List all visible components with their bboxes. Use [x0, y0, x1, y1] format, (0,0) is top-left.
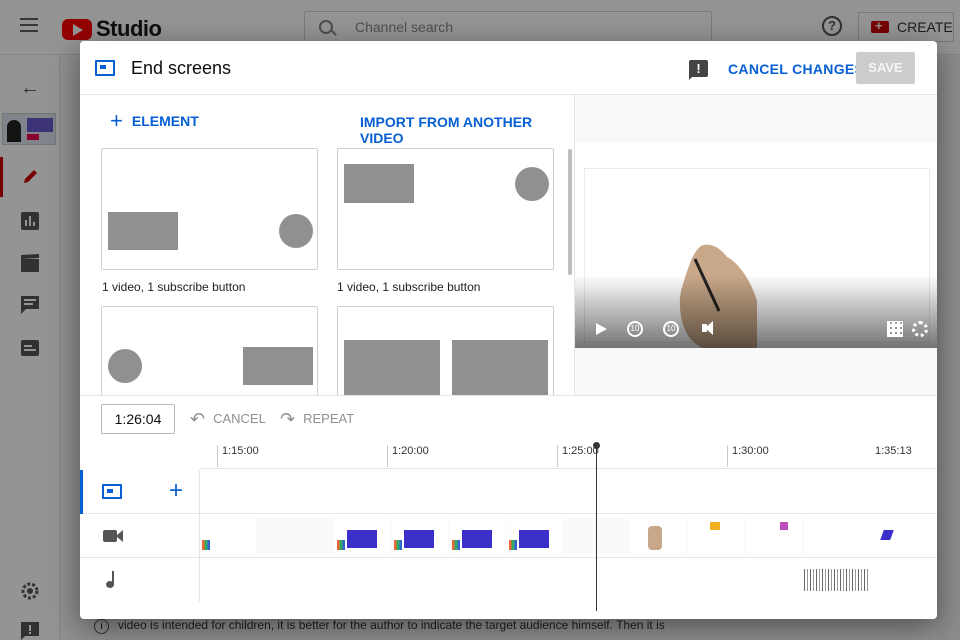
video-track[interactable] [80, 514, 937, 558]
end-screen-track-header: + [80, 470, 200, 514]
video-placeholder [344, 164, 414, 203]
end-screen-icon [102, 484, 122, 499]
redo-label: REPEAT [303, 411, 355, 426]
audio-waveform [804, 569, 870, 591]
playhead[interactable] [593, 442, 600, 611]
filmstrip-frame [860, 518, 916, 554]
filmstrip-frame [200, 518, 256, 554]
video-preview-panel: 10 10 [574, 95, 937, 395]
rewind-10-icon[interactable]: 10 [627, 321, 643, 337]
feedback-icon[interactable]: ! [689, 60, 708, 80]
time-tick: 1:25:00 [557, 445, 599, 467]
filmstrip-frame [688, 518, 744, 554]
video-player[interactable]: 10 10 [575, 143, 937, 348]
add-end-screen-element-button[interactable]: + [169, 477, 183, 505]
plus-icon: + [110, 108, 123, 133]
subscribe-placeholder [108, 349, 142, 383]
time-tick: 1:20:00 [387, 445, 429, 467]
video-placeholder [452, 340, 548, 395]
video-placeholder [108, 212, 178, 250]
import-from-another-video-button[interactable]: IMPORT FROM ANOTHER VIDEO [360, 114, 574, 146]
subscribe-placeholder [515, 167, 549, 201]
audio-track-header [80, 558, 200, 602]
filmstrip-frame [630, 518, 686, 554]
player-settings-icon[interactable] [912, 321, 928, 337]
video-camera-icon [103, 530, 123, 542]
music-note-icon [106, 571, 120, 589]
template-card[interactable] [101, 148, 318, 270]
video-placeholder [243, 347, 313, 385]
end-screen-icon [95, 60, 115, 76]
dialog-title: End screens [131, 58, 232, 78]
cancel-changes-button[interactable]: CANCEL CHANGES [728, 61, 864, 77]
current-time-field[interactable]: 1:26:04 [101, 404, 175, 434]
filmstrip-frame [804, 518, 860, 554]
video-filmstrip[interactable] [200, 518, 916, 554]
video-track-header [80, 514, 200, 558]
time-tick: 1:35:13 [875, 445, 912, 457]
template-caption: 1 video, 1 subscribe button [337, 280, 481, 294]
add-element-label: ELEMENT [131, 113, 199, 129]
end-screen-track[interactable]: + [80, 470, 937, 514]
player-controls: 10 10 [575, 319, 937, 343]
template-card[interactable] [337, 148, 554, 270]
volume-icon[interactable] [699, 319, 719, 339]
redo-icon: ↷ [280, 408, 296, 429]
filmstrip-frame [507, 518, 563, 554]
template-caption: 1 video, 1 subscribe button [102, 280, 246, 294]
play-icon[interactable] [591, 319, 611, 339]
filmstrip-frame [392, 518, 448, 554]
editor-toolbar: 1:26:04 ↶ CANCEL ↷ REPEAT [80, 395, 937, 437]
templates-panel: + ELEMENT IMPORT FROM ANOTHER VIDEO 1 vi… [80, 95, 574, 395]
dialog-header: End screens ! CANCEL CHANGES SAVE [80, 41, 937, 95]
time-tick: 1:15:00 [217, 445, 259, 467]
video-placeholder [344, 340, 440, 395]
forward-10-icon[interactable]: 10 [663, 321, 679, 337]
filmstrip-frame [450, 518, 506, 554]
grid-overlay-icon[interactable] [887, 321, 903, 337]
undo-label: CANCEL [213, 411, 266, 426]
timeline: 1:15:00 1:20:00 1:25:00 1:30:00 1:35:13 … [80, 437, 937, 619]
undo-icon: ↶ [190, 408, 206, 429]
filmstrip-frame [335, 518, 391, 554]
save-button[interactable]: SAVE [856, 52, 915, 84]
subscribe-placeholder [279, 214, 313, 248]
redo-button[interactable]: ↷ REPEAT [280, 408, 355, 429]
template-card[interactable] [101, 306, 318, 395]
end-screens-dialog: End screens ! CANCEL CHANGES SAVE + ELEM… [80, 41, 937, 619]
template-card[interactable] [337, 306, 554, 395]
timeline-ruler: 1:15:00 1:20:00 1:25:00 1:30:00 1:35:13 [200, 437, 937, 469]
undo-button[interactable]: ↶ CANCEL [190, 408, 266, 429]
add-element-button[interactable]: + ELEMENT [110, 108, 199, 133]
time-tick: 1:30:00 [727, 445, 769, 467]
filmstrip-frame [746, 518, 802, 554]
templates-scrollbar[interactable] [568, 149, 572, 275]
audio-track[interactable] [80, 558, 937, 602]
